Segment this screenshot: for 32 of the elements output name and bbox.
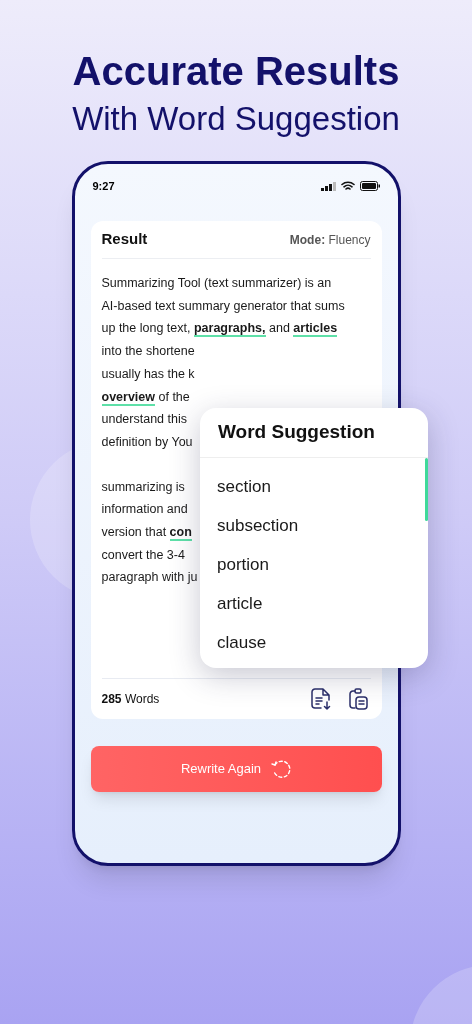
result-text-line: AI-based text summary generator that sums [101, 297, 345, 315]
suggestion-item[interactable]: article [217, 584, 411, 623]
result-text-line: version that con [101, 524, 192, 544]
word-count: 285 Words [101, 691, 160, 708]
result-text-line: summarizing is [101, 478, 185, 496]
headline-title: Accurate Results [72, 48, 400, 95]
result-text-line: Summarizing Tool (text summarizer) is an [101, 275, 332, 292]
result-text-line: definition by You [101, 433, 193, 451]
suggestion-item[interactable]: portion [217, 545, 411, 584]
scrollbar [425, 458, 428, 521]
card-title: Result [101, 229, 148, 250]
signal-icon [320, 181, 336, 191]
popup-title: Word Suggestion [218, 420, 375, 445]
status-time: 9:27 [92, 178, 115, 194]
result-text-line: up the long text, paragraphs, and articles [101, 320, 338, 340]
suggestion-item[interactable]: section [217, 467, 411, 506]
clipboard-icon[interactable] [348, 688, 368, 710]
result-text-line: understand this [101, 411, 187, 429]
battery-icon [359, 181, 380, 191]
result-text-line: into the shortene [101, 343, 195, 361]
suggestion-item[interactable]: clause [217, 623, 411, 662]
result-text-line: information and [101, 501, 188, 519]
result-text-line: overview of the [101, 388, 190, 408]
mode-label: Mode: Fluency [289, 231, 371, 249]
wifi-icon [340, 181, 355, 191]
headline-subtitle: With Word Suggestion [72, 99, 400, 139]
result-text-line: usually has the k [101, 365, 195, 383]
result-text-line: paragraph with ju [101, 569, 198, 587]
suggestion-item[interactable]: subsection [217, 506, 411, 545]
result-text-line: convert the 3-4 [101, 546, 185, 564]
document-download-icon[interactable] [310, 688, 331, 710]
refresh-icon [271, 759, 292, 779]
